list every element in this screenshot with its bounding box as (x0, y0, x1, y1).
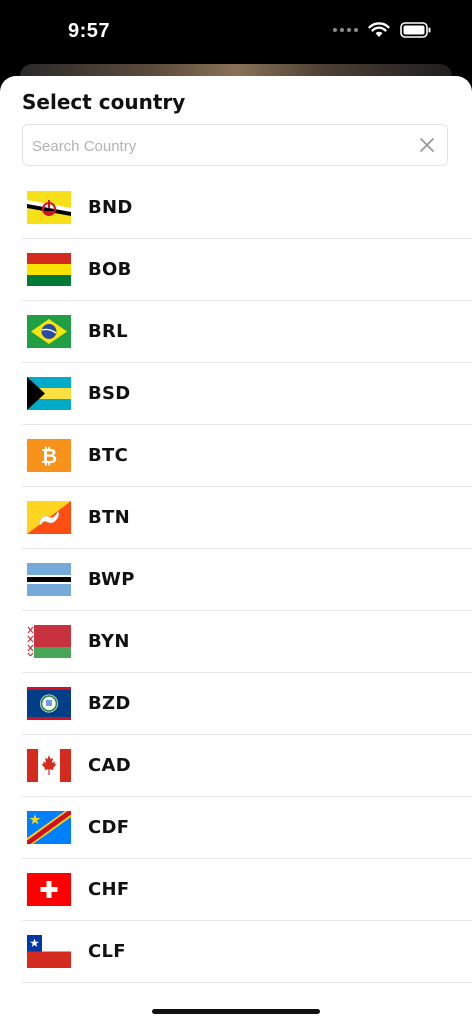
belarus-flag-icon (27, 625, 71, 658)
currency-row-bsd[interactable]: BSD (22, 363, 472, 425)
currency-code: BZD (88, 693, 131, 714)
svg-text:₿: ₿ (41, 444, 57, 468)
currency-row-bwp[interactable]: BWP (22, 549, 472, 611)
currency-row-brl[interactable]: BRL (22, 301, 472, 363)
currency-code: BTN (88, 507, 130, 528)
botswana-flag-icon (27, 563, 71, 596)
currency-code: BTC (88, 445, 129, 466)
belize-flag-icon (27, 687, 71, 720)
cellular-signal-icon (333, 28, 358, 32)
currency-code: BSD (88, 383, 131, 404)
currency-code: BYN (88, 631, 130, 652)
switzerland-flag-icon (27, 873, 71, 906)
currency-code: CAD (88, 755, 131, 776)
brunei-flag-icon (27, 191, 71, 224)
sheet-title: Select country (22, 90, 186, 114)
brazil-flag-icon (27, 315, 71, 348)
currency-row-byn[interactable]: BYN (22, 611, 472, 673)
country-picker-sheet: Select country BND BOB (0, 76, 472, 1024)
status-time: 9:57 (68, 20, 111, 42)
currency-row-chf[interactable]: CHF (22, 859, 472, 921)
search-field (22, 124, 448, 167)
bitcoin-icon: ₿ (27, 439, 71, 472)
home-indicator[interactable] (152, 1009, 320, 1014)
clear-search-icon[interactable] (419, 137, 435, 153)
currency-code: BND (88, 197, 133, 218)
status-icons (333, 22, 432, 38)
currency-row-cad[interactable]: CAD (22, 735, 472, 797)
currency-code: CLF (88, 941, 126, 962)
bhutan-flag-icon (27, 501, 71, 534)
currency-code: BOB (88, 259, 132, 280)
currency-row-btc[interactable]: ₿ BTC (22, 425, 472, 487)
dr-congo-flag-icon (27, 811, 71, 844)
bahamas-flag-icon (27, 377, 71, 410)
currency-row-bnd[interactable]: BND (22, 177, 472, 239)
currency-row-clf[interactable]: CLF (22, 921, 472, 983)
currency-list: BND BOB BRL BSD ₿ BTC BTN BWP BYN BZD CA… (22, 177, 472, 983)
bolivia-flag-icon (27, 253, 71, 286)
search-input[interactable] (30, 125, 404, 167)
canada-flag-icon (27, 749, 71, 782)
currency-code: CDF (88, 817, 130, 838)
currency-row-cdf[interactable]: CDF (22, 797, 472, 859)
currency-code: BRL (88, 321, 128, 342)
battery-icon (400, 22, 431, 38)
wifi-icon (368, 22, 390, 37)
currency-code: CHF (88, 879, 130, 900)
chile-flag-icon (27, 935, 71, 968)
currency-row-bob[interactable]: BOB (22, 239, 472, 301)
currency-code: BWP (88, 569, 135, 590)
currency-row-btn[interactable]: BTN (22, 487, 472, 549)
currency-row-bzd[interactable]: BZD (22, 673, 472, 735)
status-bar: 9:57 (0, 0, 472, 64)
